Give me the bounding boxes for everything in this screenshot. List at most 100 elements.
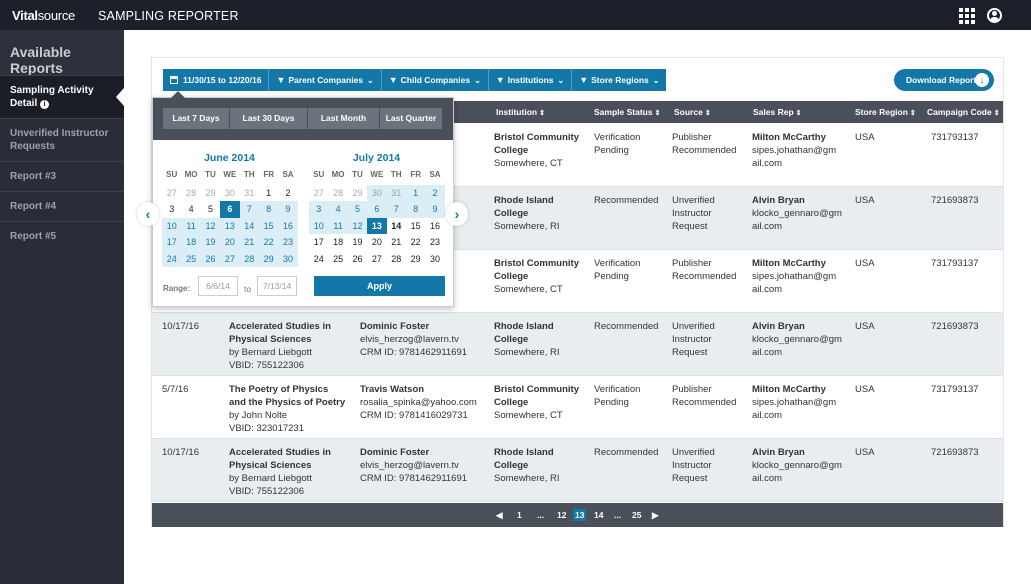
- column-header-sales-rep[interactable]: Sales Rep ⇕: [753, 107, 802, 117]
- table-row[interactable]: 5/7/16 The Poetry of Physics and the Phys…: [152, 376, 1003, 439]
- last-30-days-button[interactable]: Last 30 Days: [230, 108, 308, 129]
- sidebar-item-report-5[interactable]: Report #5: [0, 221, 124, 251]
- calendar-day[interactable]: 31: [386, 184, 406, 201]
- calendar-day-selected[interactable]: 6: [220, 201, 240, 218]
- calendar-day[interactable]: 3: [162, 201, 181, 218]
- calendar-day[interactable]: 30: [278, 250, 298, 267]
- column-header-source[interactable]: Source ⇕: [674, 107, 711, 117]
- calendar-day[interactable]: 2: [278, 185, 297, 202]
- table-row[interactable]: 10/17/16 Accelerated Studies in Physical …: [152, 313, 1003, 376]
- column-header-institution[interactable]: Institution ⇕: [496, 107, 545, 117]
- calendar-day[interactable]: 14: [239, 217, 259, 234]
- sidebar-item-report-3[interactable]: Report #3: [0, 161, 124, 191]
- calendar-day[interactable]: 27: [367, 251, 386, 268]
- calendar-day[interactable]: 5: [201, 201, 220, 218]
- range-end-input[interactable]: 7/13/14: [257, 276, 297, 296]
- calendar-day[interactable]: 11: [328, 217, 348, 234]
- calendar-day[interactable]: 15: [406, 218, 425, 235]
- child-companies-filter-button[interactable]: ▼ Child Companies ⌄: [381, 69, 489, 91]
- calendar-day[interactable]: 7: [239, 201, 259, 218]
- calendar-day[interactable]: 23: [278, 234, 298, 251]
- calendar-day[interactable]: 30: [367, 184, 387, 201]
- calendar-day[interactable]: 30: [220, 185, 239, 202]
- calendar-day[interactable]: 26: [200, 250, 221, 267]
- calendar-day[interactable]: 21: [387, 234, 406, 251]
- store-regions-filter-button[interactable]: ▼ Store Regions ⌄: [572, 69, 667, 91]
- calendar-day[interactable]: 29: [406, 251, 425, 268]
- calendar-day[interactable]: 22: [406, 234, 425, 251]
- calendar-day[interactable]: 9: [425, 201, 445, 218]
- next-page-icon[interactable]: ▶: [652, 509, 659, 521]
- page-link-14[interactable]: 14: [594, 509, 603, 521]
- calendar-day[interactable]: 10: [162, 217, 182, 234]
- calendar-day[interactable]: 20: [220, 234, 240, 251]
- calendar-day[interactable]: 5: [347, 201, 368, 218]
- calendar-day[interactable]: 27: [220, 250, 240, 267]
- calendar-day[interactable]: 4: [328, 201, 348, 218]
- calendar-day[interactable]: 16: [278, 217, 298, 234]
- download-report-button[interactable]: Download Report ↓: [894, 69, 994, 91]
- calendar-day[interactable]: 7: [386, 201, 406, 218]
- calendar-day[interactable]: 29: [348, 185, 367, 202]
- sidebar-item-report-4[interactable]: Report #4: [0, 191, 124, 221]
- range-start-input[interactable]: 6/6/14: [198, 276, 238, 296]
- table-row[interactable]: 10/17/16 Accelerated Studies in Physical …: [152, 439, 1003, 502]
- date-range-filter-button[interactable]: 11/30/15 to 12/20/16: [163, 69, 270, 91]
- calendar-day[interactable]: 28: [239, 250, 259, 267]
- page-link-13[interactable]: 13: [573, 509, 587, 521]
- calendar-day[interactable]: 8: [405, 201, 426, 218]
- last-quarter-button[interactable]: Last Quarter: [380, 108, 443, 129]
- user-account-icon[interactable]: [987, 8, 1002, 23]
- calendar-day[interactable]: 12: [347, 217, 368, 234]
- calendar-day[interactable]: 1: [259, 185, 278, 202]
- column-header-sample-status[interactable]: Sample Status ⇕: [594, 107, 660, 117]
- chevron-right-icon[interactable]: ›: [446, 202, 468, 226]
- calendar-day[interactable]: 31: [240, 185, 259, 202]
- calendar-day[interactable]: 28: [387, 251, 406, 268]
- calendar-day[interactable]: 26: [348, 251, 367, 268]
- calendar-day[interactable]: 18: [181, 234, 201, 251]
- calendar-day[interactable]: 21: [239, 234, 259, 251]
- calendar-day[interactable]: 11: [181, 217, 201, 234]
- calendar-day[interactable]: 28: [181, 185, 200, 202]
- page-link-1[interactable]: 1: [517, 509, 522, 521]
- calendar-day[interactable]: 13: [220, 217, 240, 234]
- prev-page-icon[interactable]: ◀: [496, 509, 503, 521]
- calendar-day[interactable]: 30: [425, 251, 444, 268]
- calendar-day[interactable]: 18: [328, 234, 347, 251]
- calendar-day[interactable]: 24: [162, 250, 182, 267]
- sidebar-item-unverified-instructor-requests[interactable]: Unverified Instructor Requests: [0, 118, 124, 161]
- calendar-day[interactable]: 4: [181, 201, 200, 218]
- calendar-day[interactable]: 6: [367, 201, 387, 218]
- calendar-day[interactable]: 17: [162, 234, 182, 251]
- calendar-day[interactable]: 16: [425, 218, 444, 235]
- last-month-button[interactable]: Last Month: [308, 108, 380, 129]
- calendar-day[interactable]: 28: [328, 185, 347, 202]
- calendar-day[interactable]: 19: [200, 234, 221, 251]
- institutions-filter-button[interactable]: ▼ Institutions ⌄: [488, 69, 573, 91]
- calendar-day[interactable]: 24: [309, 251, 328, 268]
- calendar-day[interactable]: 29: [201, 185, 220, 202]
- calendar-day[interactable]: 14: [387, 218, 406, 235]
- calendar-day[interactable]: 2: [425, 184, 445, 201]
- calendar-day[interactable]: 15: [258, 217, 279, 234]
- calendar-day[interactable]: 1: [405, 184, 426, 201]
- calendar-day[interactable]: 27: [309, 185, 328, 202]
- calendar-day[interactable]: 25: [181, 250, 201, 267]
- vitalsource-logo[interactable]: Vitalsource: [12, 8, 75, 23]
- calendar-day[interactable]: 12: [200, 217, 221, 234]
- calendar-day[interactable]: 8: [258, 201, 279, 218]
- page-link-25[interactable]: 25: [632, 509, 641, 521]
- sidebar-item-sampling-activity-detail[interactable]: Sampling Activity Detail i: [0, 75, 124, 118]
- apps-grid-icon[interactable]: [959, 8, 975, 24]
- calendar-day[interactable]: 17: [309, 234, 328, 251]
- apply-button[interactable]: Apply: [314, 276, 445, 296]
- page-link-12[interactable]: 12: [557, 509, 566, 521]
- calendar-day[interactable]: 20: [367, 234, 386, 251]
- calendar-day[interactable]: 19: [348, 234, 367, 251]
- calendar-day-selected[interactable]: 13: [367, 217, 387, 234]
- calendar-day[interactable]: 3: [309, 201, 329, 218]
- calendar-day[interactable]: 22: [258, 234, 279, 251]
- calendar-day[interactable]: 29: [258, 250, 279, 267]
- calendar-day[interactable]: 27: [162, 185, 181, 202]
